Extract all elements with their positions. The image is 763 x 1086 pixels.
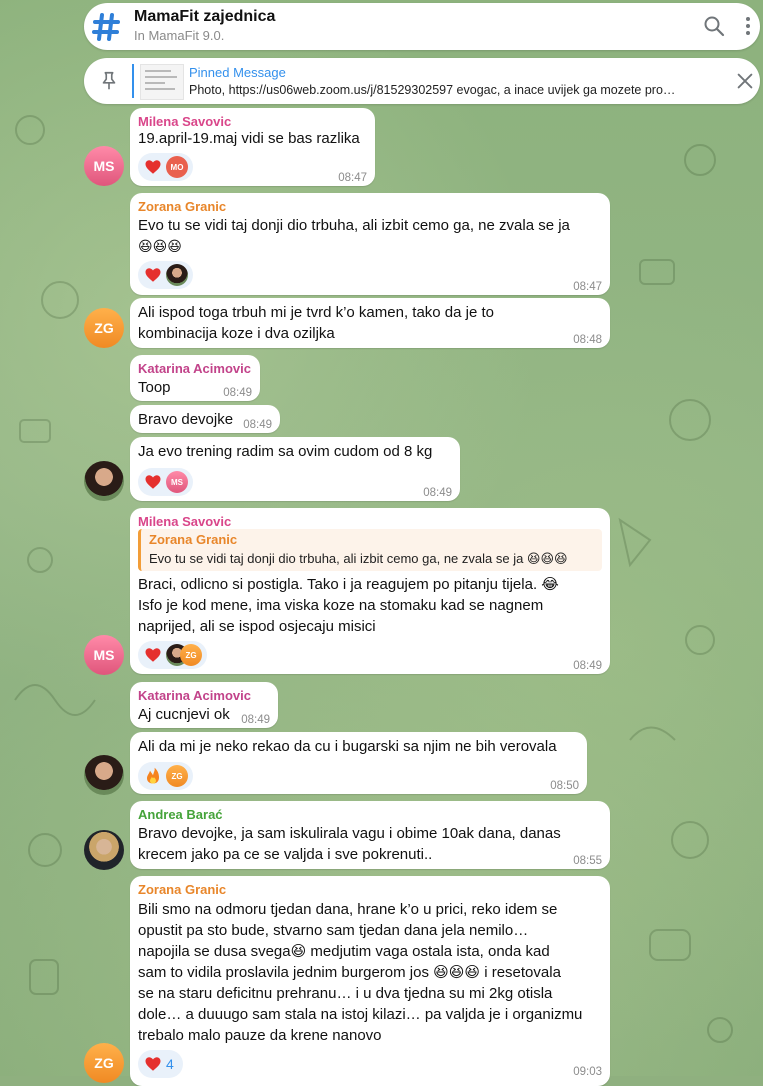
chat-title: MamaFit zajednica xyxy=(134,8,276,25)
message-text: sam to vidila proslavila jednim burgerom… xyxy=(138,964,561,981)
fire-icon xyxy=(147,767,159,784)
reaction-heart[interactable]: MO xyxy=(138,153,193,181)
message-time: 08:49 xyxy=(243,419,272,431)
message-time: 08:49 xyxy=(223,387,252,399)
message-text: dole… a duuugo sam stala na istoj kilazi… xyxy=(138,1006,583,1023)
pinned-message-bar[interactable]: Pinned Message Photo, https://us06web.zo… xyxy=(84,58,760,104)
message-text: opustit pa sto bude, stvarno sam tjedan … xyxy=(138,922,529,939)
avatar-photo[interactable] xyxy=(84,461,124,501)
message-text: napojila se dusa svega😆 medjutim vaga os… xyxy=(138,943,550,960)
heart-icon xyxy=(145,475,161,489)
heart-icon xyxy=(145,268,161,282)
message-bubble[interactable]: Bravo devojke 08:49 xyxy=(130,405,280,433)
message-text: Ali da mi je neko rekao da cu i bugarski… xyxy=(138,738,557,755)
chat-header[interactable]: MamaFit zajednica In MamaFit 9.0. xyxy=(84,3,760,50)
heart-icon xyxy=(145,1057,161,1071)
message-time: 08:49 xyxy=(241,714,270,726)
message-sender[interactable]: Andrea Barać xyxy=(138,807,223,822)
message-text: naprijed, ali se ispod osjecaju misici xyxy=(138,618,376,635)
chat-subtitle: In MamaFit 9.0. xyxy=(134,28,225,43)
message-bubble[interactable]: Ali da mi je neko rekao da cu i bugarski… xyxy=(130,732,587,794)
pinned-text: Photo, https://us06web.zoom.us/j/8152930… xyxy=(189,83,676,97)
reaction-count: 4 xyxy=(166,1056,174,1072)
message-emoji: 😆😆😆 xyxy=(138,238,182,254)
message-text: krecem jako pa ce se valjda i sve pokren… xyxy=(138,846,433,863)
reaction-heart[interactable]: 4 xyxy=(138,1050,183,1078)
message-bubble[interactable]: Katarina Acimovic Toop 08:49 xyxy=(130,355,260,401)
avatar[interactable]: MS xyxy=(84,146,124,186)
message-bubble[interactable]: Milena Savovic Zorana Granic Evo tu se v… xyxy=(130,508,610,674)
pinned-thumbnail xyxy=(140,64,184,100)
reactor-avatar: ZG xyxy=(180,644,202,666)
message-bubble[interactable]: Ja evo trening radim sa ovim cudom od 8 … xyxy=(130,437,460,501)
reactor-avatar: MS xyxy=(166,471,188,493)
message-text: Ali ispod toga trbuh mi je tvrd k’o kame… xyxy=(138,304,495,321)
message-sender[interactable]: Milena Savovic xyxy=(138,514,231,529)
message-text: Evo tu se vidi taj donji dio trbuha, ali… xyxy=(138,217,570,234)
reactions xyxy=(138,261,193,289)
message-time: 08:47 xyxy=(338,172,367,184)
more-vertical-icon[interactable] xyxy=(736,14,760,38)
reactions: ZG xyxy=(138,641,207,669)
reactions: ZG xyxy=(138,762,193,790)
reply-quote[interactable]: Zorana Granic Evo tu se vidi taj donji d… xyxy=(138,529,602,571)
avatar[interactable]: MS xyxy=(84,635,124,675)
message-time: 08:49 xyxy=(423,487,452,499)
avatar[interactable]: ZG xyxy=(84,308,124,348)
message-bubble[interactable]: Zorana Granic Evo tu se vidi taj donji d… xyxy=(130,193,610,295)
heart-icon xyxy=(145,160,161,174)
message-sender[interactable]: Zorana Granic xyxy=(138,199,226,214)
pin-icon xyxy=(102,71,116,90)
message-text: Bravo devojke, ja sam iskulirala vagu i … xyxy=(138,825,561,842)
reaction-heart[interactable]: ZG xyxy=(138,641,207,669)
message-text: Isfo je kod mene, ima viska koze na stom… xyxy=(138,597,544,614)
message-time: 08:55 xyxy=(573,855,602,867)
message-time: 08:49 xyxy=(573,660,602,672)
message-text: Braci, odlicno si postigla. Tako i ja re… xyxy=(138,576,559,593)
message-bubble[interactable]: Zorana Granic Bili smo na odmoru tjedan … xyxy=(130,876,610,1086)
message-text: Ja evo trening radim sa ovim cudom od 8 … xyxy=(138,443,433,460)
message-bubble[interactable]: Andrea Barać Bravo devojke, ja sam iskul… xyxy=(130,801,610,869)
pinned-label: Pinned Message xyxy=(189,65,286,80)
reactions: 4 xyxy=(138,1050,183,1078)
message-text: Bravo devojke xyxy=(138,411,234,428)
message-sender[interactable]: Katarina Acimovic xyxy=(138,361,251,376)
message-text: kombinacija koze i dva oziljka xyxy=(138,325,335,342)
hash-icon xyxy=(92,13,120,41)
message-text: trebalo malo pauze da krene nanovo xyxy=(138,1027,382,1044)
message-time: 08:50 xyxy=(550,780,579,792)
message-text: se na staru deficitnu prehranu… i u dva … xyxy=(138,985,553,1002)
message-bubble[interactable]: Ali ispod toga trbuh mi je tvrd k’o kame… xyxy=(130,298,610,348)
reactor-avatar: MO xyxy=(166,156,188,178)
quote-sender: Zorana Granic xyxy=(149,532,238,547)
message-text: 19.april-19.maj vidi se bas razlika xyxy=(138,130,360,147)
message-bubble[interactable]: Milena Savovic 19.april-19.maj vidi se b… xyxy=(130,108,375,186)
message-text: Aj cucnjevi ok xyxy=(138,706,230,723)
message-text: Toop xyxy=(138,379,171,396)
avatar[interactable]: ZG xyxy=(84,1043,124,1083)
reactor-avatar: ZG xyxy=(166,765,188,787)
reactions: MO xyxy=(138,153,193,181)
message-time: 08:47 xyxy=(573,281,602,293)
pinned-indicator xyxy=(132,64,134,98)
message-time: 08:48 xyxy=(573,334,602,346)
message-text: Bili smo na odmoru tjedan dana, hrane k’… xyxy=(138,901,558,918)
reactor-avatar-photo xyxy=(166,264,188,286)
reaction-fire[interactable]: ZG xyxy=(138,762,193,790)
quote-text: Evo tu se vidi taj donji dio trbuha, ali… xyxy=(149,551,568,566)
reaction-heart[interactable] xyxy=(138,261,193,289)
search-icon[interactable] xyxy=(702,14,726,38)
close-icon[interactable] xyxy=(734,70,756,92)
message-sender[interactable]: Katarina Acimovic xyxy=(138,688,251,703)
heart-icon xyxy=(145,648,161,662)
message-sender[interactable]: Milena Savovic xyxy=(138,114,231,129)
avatar-photo[interactable] xyxy=(84,830,124,870)
reaction-heart[interactable]: MS xyxy=(138,468,193,496)
message-sender[interactable]: Zorana Granic xyxy=(138,882,226,897)
message-bubble[interactable]: Katarina Acimovic Aj cucnjevi ok 08:49 xyxy=(130,682,278,728)
message-time: 09:03 xyxy=(573,1066,602,1078)
reactions: MS xyxy=(138,468,193,496)
avatar-photo[interactable] xyxy=(84,755,124,795)
